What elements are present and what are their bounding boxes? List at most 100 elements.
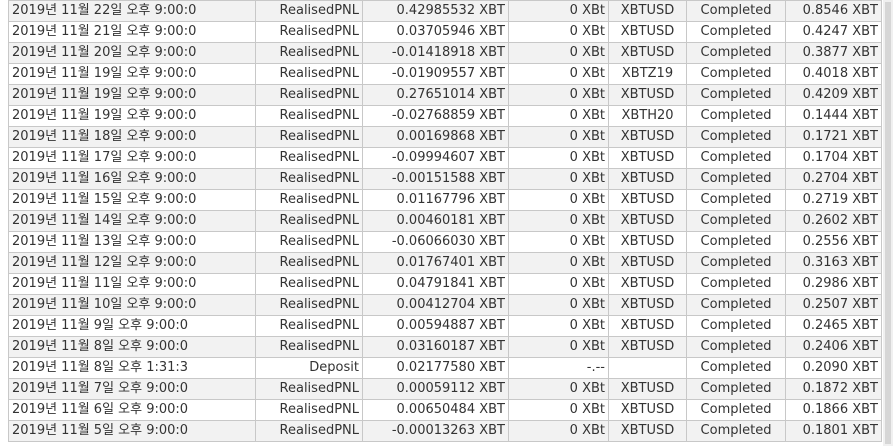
cell-symbol: XBTUSD: [608, 378, 687, 400]
cell-amount: 0.00594887 XBT: [362, 315, 509, 337]
table-row: 2019년 11월 13일 오후 9:00:0 RealisedPNL -0.060…: [8, 231, 882, 253]
cell-time: 2019년 11월 11일 오후 9:00:0: [8, 273, 256, 295]
table-row: 2019년 11월 20일 오후 9:00:0 RealisedPNL -0.014…: [8, 42, 882, 64]
cell-amount: -0.00013263 XBT: [362, 420, 509, 442]
cell-time: 2019년 11월 22일 오후 9:00:0: [8, 0, 256, 22]
cell-symbol: XBTUSD: [608, 420, 687, 442]
cell-fee: 0 XBt: [508, 147, 609, 169]
cell-balance: 0.1872 XBT: [785, 378, 882, 400]
wallet-history-table-container: 2019년 11월 22일 오후 9:00:0 RealisedPNL 0.4298…: [8, 0, 882, 442]
table-row: 2019년 11월 17일 오후 9:00:0 RealisedPNL -0.099…: [8, 147, 882, 169]
cell-type: RealisedPNL: [255, 189, 363, 211]
cell-amount: 0.27651014 XBT: [362, 84, 509, 106]
cell-symbol: XBTUSD: [608, 168, 687, 190]
cell-type: RealisedPNL: [255, 210, 363, 232]
table-row: 2019년 11월 10일 오후 9:00:0 RealisedPNL 0.0041…: [8, 294, 882, 316]
cell-symbol: XBTUSD: [608, 231, 687, 253]
cell-balance: 0.2704 XBT: [785, 168, 882, 190]
cell-fee: 0 XBt: [508, 420, 609, 442]
cell-status: Completed: [686, 21, 786, 43]
cell-type: RealisedPNL: [255, 42, 363, 64]
cell-status: Completed: [686, 252, 786, 274]
cell-amount: 0.00650484 XBT: [362, 399, 509, 421]
cell-balance: 0.1866 XBT: [785, 399, 882, 421]
cell-symbol: XBTUSD: [608, 252, 687, 274]
table-row: 2019년 11월 16일 오후 9:00:0 RealisedPNL -0.001…: [8, 168, 882, 190]
scrollbar-thumb[interactable]: [885, 2, 891, 444]
cell-amount: 0.01767401 XBT: [362, 252, 509, 274]
cell-status: Completed: [686, 84, 786, 106]
cell-symbol: XBTUSD: [608, 189, 687, 211]
cell-type: RealisedPNL: [255, 126, 363, 148]
cell-time: 2019년 11월 19일 오후 9:00:0: [8, 63, 256, 85]
vertical-scrollbar[interactable]: [883, 0, 893, 446]
cell-amount: -0.02768859 XBT: [362, 105, 509, 127]
table-row: 2019년 11월 11일 오후 9:00:0 RealisedPNL 0.0479…: [8, 273, 882, 295]
cell-fee: 0 XBt: [508, 210, 609, 232]
cell-symbol: XBTZ19: [608, 63, 687, 85]
cell-type: Deposit: [255, 357, 363, 379]
cell-fee: 0 XBt: [508, 294, 609, 316]
cell-balance: 0.4247 XBT: [785, 21, 882, 43]
cell-type: RealisedPNL: [255, 63, 363, 85]
cell-type: RealisedPNL: [255, 399, 363, 421]
cell-symbol: XBTUSD: [608, 0, 687, 22]
table-row: 2019년 11월 5일 오후 9:00:0 RealisedPNL -0.0001…: [8, 420, 882, 442]
cell-fee: 0 XBt: [508, 231, 609, 253]
cell-status: Completed: [686, 294, 786, 316]
cell-time: 2019년 11월 13일 오후 9:00:0: [8, 231, 256, 253]
table-row: 2019년 11월 15일 오후 9:00:0 RealisedPNL 0.0116…: [8, 189, 882, 211]
cell-time: 2019년 11월 18일 오후 9:00:0: [8, 126, 256, 148]
cell-status: Completed: [686, 42, 786, 64]
cell-time: 2019년 11월 21일 오후 9:00:0: [8, 21, 256, 43]
cell-time: 2019년 11월 17일 오후 9:00:0: [8, 147, 256, 169]
cell-type: RealisedPNL: [255, 420, 363, 442]
cell-type: RealisedPNL: [255, 315, 363, 337]
cell-type: RealisedPNL: [255, 147, 363, 169]
cell-balance: 0.2986 XBT: [785, 273, 882, 295]
table-row: 2019년 11월 12일 오후 9:00:0 RealisedPNL 0.0176…: [8, 252, 882, 274]
cell-time: 2019년 11월 8일 오후 9:00:0: [8, 336, 256, 358]
cell-symbol: XBTUSD: [608, 273, 687, 295]
cell-time: 2019년 11월 10일 오후 9:00:0: [8, 294, 256, 316]
cell-balance: 0.2465 XBT: [785, 315, 882, 337]
cell-fee: 0 XBt: [508, 399, 609, 421]
cell-balance: 0.4018 XBT: [785, 63, 882, 85]
table-row: 2019년 11월 22일 오후 9:00:0 RealisedPNL 0.4298…: [8, 0, 882, 22]
cell-symbol: XBTUSD: [608, 336, 687, 358]
table-row: 2019년 11월 8일 오후 9:00:0 RealisedPNL 0.03160…: [8, 336, 882, 358]
cell-status: Completed: [686, 357, 786, 379]
cell-symbol: [608, 357, 687, 379]
cell-amount: 0.00412704 XBT: [362, 294, 509, 316]
table-row: 2019년 11월 8일 오후 1:31:3 Deposit 0.02177580 …: [8, 357, 882, 379]
cell-symbol: XBTUSD: [608, 147, 687, 169]
cell-amount: -0.01909557 XBT: [362, 63, 509, 85]
table-row: 2019년 11월 19일 오후 9:00:0 RealisedPNL 0.2765…: [8, 84, 882, 106]
table-row: 2019년 11월 19일 오후 9:00:0 RealisedPNL -0.027…: [8, 105, 882, 127]
table-row: 2019년 11월 9일 오후 9:00:0 RealisedPNL 0.00594…: [8, 315, 882, 337]
cell-fee: -.--: [508, 357, 609, 379]
cell-fee: 0 XBt: [508, 378, 609, 400]
cell-amount: -0.01418918 XBT: [362, 42, 509, 64]
cell-type: RealisedPNL: [255, 84, 363, 106]
table-row: 2019년 11월 19일 오후 9:00:0 RealisedPNL -0.019…: [8, 63, 882, 85]
cell-balance: 0.2719 XBT: [785, 189, 882, 211]
table-row: 2019년 11월 18일 오후 9:00:0 RealisedPNL 0.0016…: [8, 126, 882, 148]
cell-balance: 0.1444 XBT: [785, 105, 882, 127]
cell-balance: 0.1801 XBT: [785, 420, 882, 442]
cell-symbol: XBTUSD: [608, 210, 687, 232]
cell-fee: 0 XBt: [508, 189, 609, 211]
cell-fee: 0 XBt: [508, 126, 609, 148]
cell-type: RealisedPNL: [255, 0, 363, 22]
cell-time: 2019년 11월 20일 오후 9:00:0: [8, 42, 256, 64]
cell-balance: 0.2090 XBT: [785, 357, 882, 379]
cell-time: 2019년 11월 14일 오후 9:00:0: [8, 210, 256, 232]
cell-balance: 0.2556 XBT: [785, 231, 882, 253]
cell-status: Completed: [686, 0, 786, 22]
cell-status: Completed: [686, 399, 786, 421]
cell-type: RealisedPNL: [255, 231, 363, 253]
cell-status: Completed: [686, 273, 786, 295]
cell-symbol: XBTUSD: [608, 42, 687, 64]
cell-time: 2019년 11월 9일 오후 9:00:0: [8, 315, 256, 337]
cell-amount: 0.42985532 XBT: [362, 0, 509, 22]
